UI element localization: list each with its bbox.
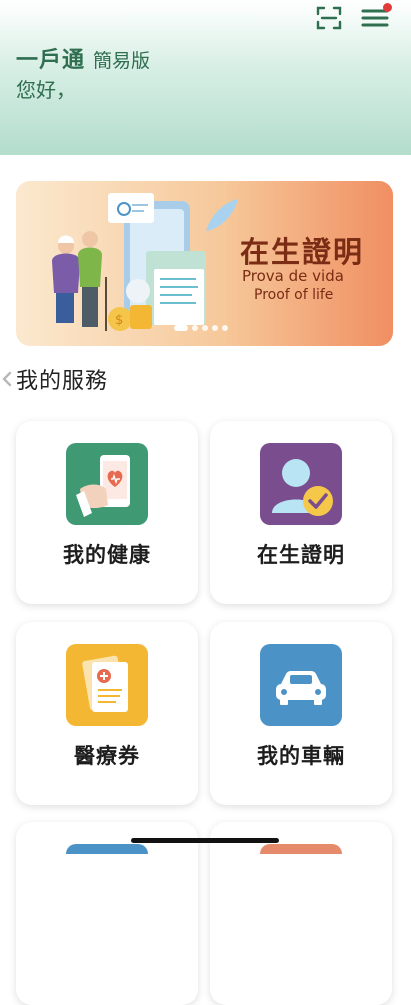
- header: 一戶通 簡易版 您好，: [0, 0, 411, 155]
- service-label: 我的健康: [63, 543, 151, 567]
- services-header: 我的服務: [0, 364, 108, 394]
- svg-text:$: $: [115, 313, 123, 328]
- carousel-dot[interactable]: [212, 325, 218, 331]
- brand: 一戶通 簡易版: [16, 42, 150, 74]
- partial-icon: [66, 844, 148, 854]
- service-card-medical-voucher[interactable]: 醫療券: [16, 622, 198, 805]
- service-label: 醫療券: [74, 744, 140, 768]
- service-card-partial[interactable]: [16, 822, 198, 1005]
- car-icon: [260, 644, 342, 726]
- chevron-left-icon[interactable]: [0, 369, 14, 389]
- app-subtitle: 簡易版: [93, 50, 151, 72]
- person-check-icon: [260, 443, 342, 525]
- service-label: 在生證明: [257, 543, 345, 567]
- banner-subtitle-en: Proof of life: [254, 287, 334, 303]
- health-phone-heart-icon: [66, 443, 148, 525]
- notification-dot: [383, 3, 392, 12]
- carousel-dot[interactable]: [222, 325, 228, 331]
- app-title: 一戶通: [16, 48, 86, 73]
- scan-icon[interactable]: [316, 6, 342, 30]
- greeting: 您好，: [16, 78, 76, 102]
- partial-icon: [260, 844, 342, 854]
- carousel-dot-active[interactable]: [174, 325, 188, 331]
- service-label: 我的車輛: [257, 744, 345, 768]
- carousel-dot[interactable]: [192, 325, 198, 331]
- service-card-vehicles[interactable]: 我的車輛: [210, 622, 392, 805]
- banner-title: 在生證明: [240, 235, 365, 269]
- carousel-dot[interactable]: [202, 325, 208, 331]
- medical-voucher-icon: [66, 644, 148, 726]
- promo-banner[interactable]: $ 在生證明 Prova de vida Proof of life: [16, 181, 393, 346]
- service-card-proof-of-life[interactable]: 在生證明: [210, 421, 392, 604]
- service-card-partial[interactable]: [210, 822, 392, 1005]
- banner-subtitle-pt: Prova de vida: [242, 267, 344, 285]
- home-indicator[interactable]: [131, 838, 279, 843]
- carousel-indicator[interactable]: [174, 325, 228, 331]
- service-card-health[interactable]: 我的健康: [16, 421, 198, 604]
- menu-icon[interactable]: [360, 3, 392, 30]
- services-title: 我的服務: [16, 369, 109, 394]
